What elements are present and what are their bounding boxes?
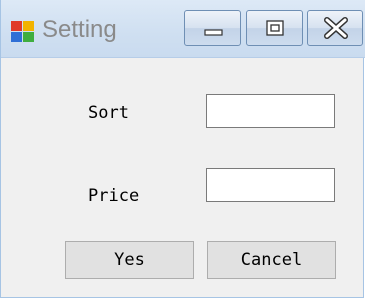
cancel-button[interactable]: Cancel [207,241,336,279]
maximize-button[interactable] [246,10,303,46]
window-title: Setting [42,16,117,43]
close-button[interactable] [307,10,363,46]
maximize-icon [266,20,284,36]
app-icon [11,21,35,43]
sort-label: Sort [88,103,129,123]
close-icon [324,17,348,39]
sort-input[interactable] [206,94,335,128]
price-input[interactable] [206,168,335,202]
minimize-button[interactable] [184,10,241,46]
setting-window: Setting Sort Price Yes Cancel [0,0,365,298]
price-label: Price [88,186,140,206]
yes-button[interactable]: Yes [65,241,194,279]
client-area: Sort Price Yes Cancel [9,58,357,290]
title-bar[interactable]: Setting [1,0,365,58]
minimize-icon [204,29,223,36]
